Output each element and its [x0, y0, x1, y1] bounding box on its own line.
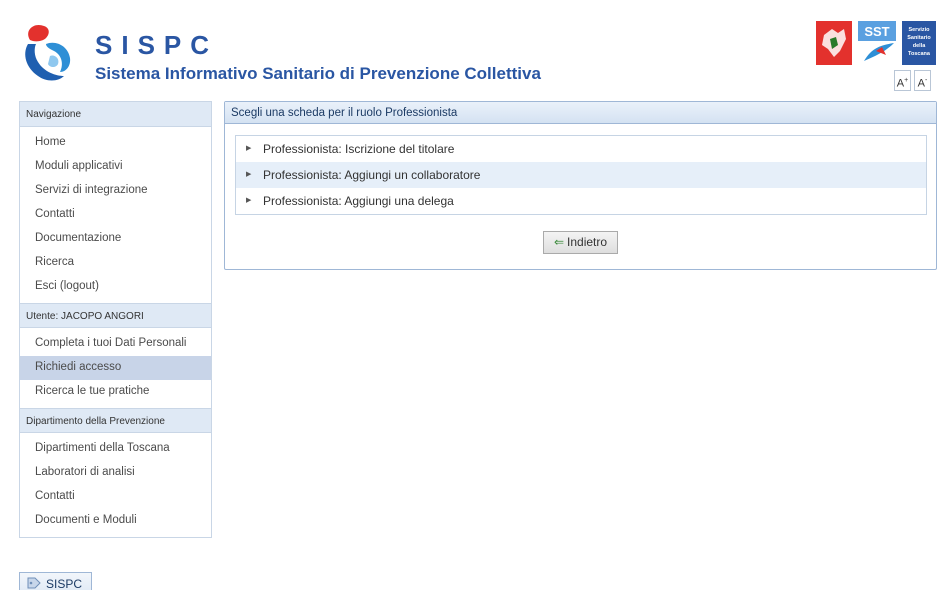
- sidebar-item-ricerca[interactable]: Ricerca: [20, 251, 211, 275]
- sidebar-item-contatti[interactable]: Contatti: [20, 203, 211, 227]
- header: SISPC Sistema Informativo Sanitario di P…: [0, 0, 940, 96]
- font-increase-button[interactable]: A+: [894, 70, 911, 91]
- option-label: Professionista: Aggiungi una delega: [263, 194, 454, 208]
- navigation-header: Navigazione: [20, 102, 211, 127]
- footer-tab-label: SISPC: [46, 577, 83, 590]
- back-button-label: Indietro: [567, 235, 608, 249]
- sidebar-item-dept-contatti[interactable]: Contatti: [20, 485, 211, 509]
- sispc-logo-icon: [25, 24, 71, 81]
- department-list: Dipartimenti della Toscana Laboratori di…: [20, 433, 211, 537]
- option-aggiungi-delega[interactable]: ▶ Professionista: Aggiungi una delega: [236, 188, 926, 214]
- sidebar-item-ricerca-pratiche[interactable]: Ricerca le tue pratiche: [20, 380, 211, 404]
- arrow-left-icon: ⇐: [553, 235, 565, 249]
- sidebar-item-documenti-moduli[interactable]: Documenti e Moduli: [20, 509, 211, 533]
- sidebar-item-richiedi-accesso[interactable]: Richiedi accesso: [20, 356, 211, 380]
- font-decrease-label: A: [917, 77, 925, 90]
- sidebar-item-documentazione[interactable]: Documentazione: [20, 227, 211, 251]
- option-aggiungi-collaboratore[interactable]: ▶ Professionista: Aggiungi un collaborat…: [236, 162, 926, 188]
- sst-label: SST: [864, 24, 889, 39]
- triangle-right-icon: ▶: [246, 171, 252, 178]
- option-label: Professionista: Iscrizione del titolare: [263, 142, 455, 156]
- sidebar-item-moduli-applicativi[interactable]: Moduli applicativi: [20, 155, 211, 179]
- navigation-list: Home Moduli applicativi Servizi di integ…: [20, 127, 211, 303]
- sidebar-item-logout[interactable]: Esci (logout): [20, 275, 211, 299]
- triangle-right-icon: ▶: [246, 145, 252, 152]
- brand-title: SISPC: [95, 30, 219, 60]
- tag-icon: [27, 577, 41, 589]
- navigation-box: Navigazione Home Moduli applicativi Serv…: [19, 101, 212, 538]
- svg-text:della: della: [913, 43, 926, 49]
- brand-subtitle: Sistema Informativo Sanitario di Prevenz…: [95, 64, 541, 83]
- footer-sispc-tab[interactable]: SISPC: [19, 572, 92, 590]
- sst-logo-icon: SST: [856, 21, 898, 65]
- svg-text:Servizio: Servizio: [908, 27, 930, 33]
- department-header: Dipartimento della Prevenzione: [20, 408, 211, 433]
- region-logos: SST Servizio Sanitario della Toscana: [816, 21, 936, 65]
- sidebar-item-dipartimenti-toscana[interactable]: Dipartimenti della Toscana: [20, 437, 211, 461]
- sidebar-item-laboratori-analisi[interactable]: Laboratori di analisi: [20, 461, 211, 485]
- sidebar-item-servizi-integrazione[interactable]: Servizi di integrazione: [20, 179, 211, 203]
- svg-text:Sanitario: Sanitario: [907, 35, 931, 41]
- option-iscrizione-titolare[interactable]: ▶ Professionista: Iscrizione del titolar…: [236, 136, 926, 162]
- options-list: ▶ Professionista: Iscrizione del titolar…: [235, 135, 927, 215]
- panel-title: Scegli una scheda per il ruolo Professio…: [225, 102, 936, 124]
- role-panel: Scegli una scheda per il ruolo Professio…: [224, 101, 937, 270]
- triangle-right-icon: ▶: [246, 197, 252, 204]
- tuscany-region-logo-icon: [816, 21, 852, 65]
- option-label: Professionista: Aggiungi un collaborator…: [263, 168, 481, 182]
- sidebar-item-dati-personali[interactable]: Completa i tuoi Dati Personali: [20, 332, 211, 356]
- sidebar: Navigazione Home Moduli applicativi Serv…: [19, 101, 212, 538]
- back-button[interactable]: ⇐ Indietro: [543, 231, 618, 254]
- sidebar-item-home[interactable]: Home: [20, 131, 211, 155]
- servizio-sanitario-logo-icon: Servizio Sanitario della Toscana: [902, 21, 936, 65]
- user-header: Utente: JACOPO ANGORI: [20, 303, 211, 328]
- svg-text:Toscana: Toscana: [908, 51, 931, 57]
- user-list: Completa i tuoi Dati Personali Richiedi …: [20, 328, 211, 408]
- font-decrease-button[interactable]: A-: [914, 70, 931, 91]
